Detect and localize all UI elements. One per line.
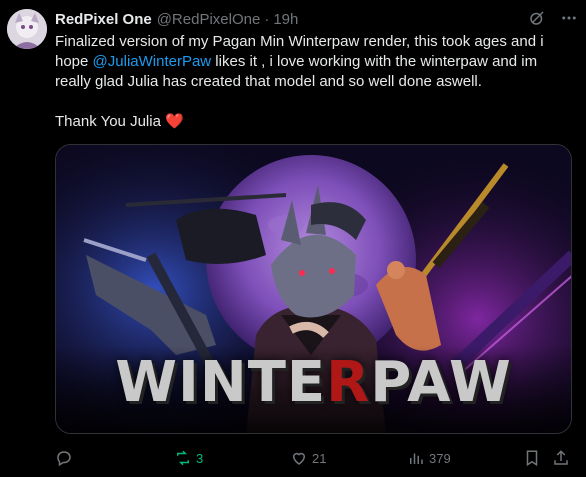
bookmark-button[interactable]: [523, 446, 541, 470]
timestamp[interactable]: 19h: [273, 11, 298, 28]
like-count: 21: [312, 450, 327, 466]
like-icon: [290, 449, 308, 467]
repost-button[interactable]: 3: [174, 446, 203, 470]
separator: ·: [264, 10, 270, 28]
like-button[interactable]: 21: [290, 446, 326, 470]
header-icons: [528, 9, 578, 27]
share-button[interactable]: [552, 446, 570, 470]
tweet-paragraph-1: Finalized version of my Pagan Min Winter…: [55, 32, 575, 92]
image-wordmark: WINTERPAW: [115, 350, 512, 415]
tweet-header: RedPixel One @RedPixelOne · 19h: [55, 9, 578, 29]
author-name[interactable]: RedPixel One: [55, 11, 152, 28]
grok-icon[interactable]: [528, 9, 546, 27]
tweet-text: Finalized version of my Pagan Min Winter…: [55, 32, 575, 132]
views-button[interactable]: 379: [407, 446, 451, 470]
reply-icon: [55, 449, 73, 467]
tweet[interactable]: RedPixel One @RedPixelOne · 19h Finalize…: [0, 0, 586, 477]
mention-link[interactable]: @JuliaWinterPaw: [93, 53, 212, 70]
heart-emoji: ❤️: [165, 113, 184, 130]
more-icon[interactable]: [560, 9, 578, 27]
views-count: 379: [429, 450, 451, 466]
tweet-paragraph-2: Thank You Julia ❤️: [55, 112, 575, 132]
bookmark-icon: [523, 449, 541, 467]
repost-count: 3: [196, 450, 204, 466]
author-handle[interactable]: @RedPixelOne: [157, 11, 261, 28]
repost-icon: [174, 449, 192, 467]
tweet-text-part: Thank You Julia: [55, 113, 166, 130]
share-icon: [552, 449, 570, 467]
reply-button[interactable]: [55, 446, 77, 470]
tweet-media-image[interactable]: WINTERPAW: [55, 144, 572, 434]
action-bar: 3 21 379: [55, 446, 572, 470]
avatar[interactable]: [7, 9, 47, 49]
views-icon: [407, 449, 425, 467]
